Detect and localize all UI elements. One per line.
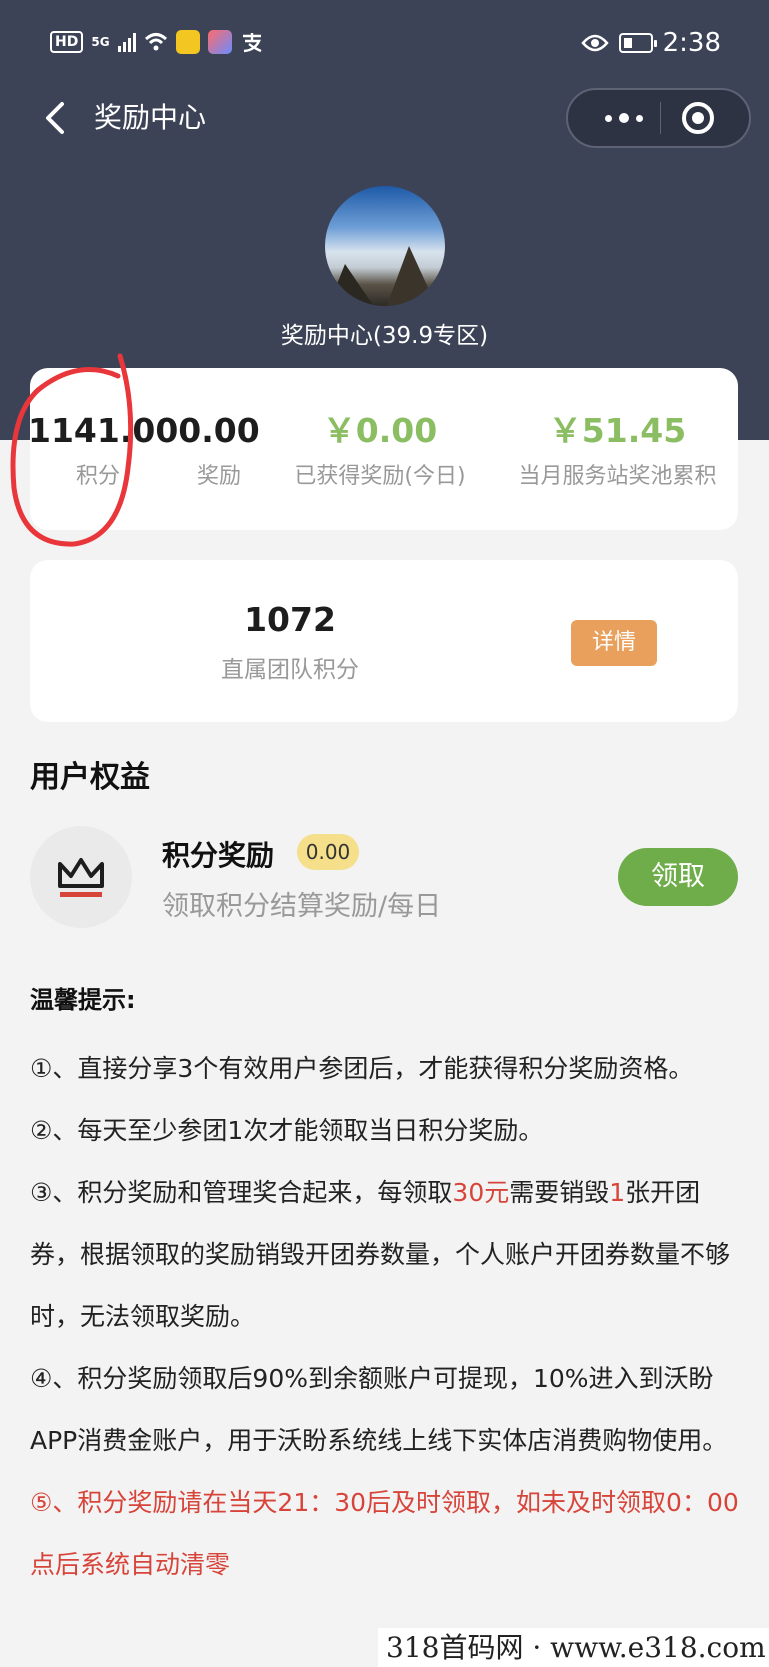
crown-icon: [58, 858, 104, 897]
profile-name: 奖励中心(39.9专区): [280, 323, 489, 349]
target-icon[interactable]: [680, 100, 716, 136]
team-points-value: 1072: [244, 600, 336, 639]
tip-highlight: 30元: [452, 1178, 510, 1207]
mini-program-capsule: [566, 88, 751, 148]
back-icon[interactable]: [38, 98, 78, 138]
battery-icon: [618, 33, 657, 53]
tip-text: 需要销毁: [509, 1178, 610, 1207]
claim-button[interactable]: 领取: [618, 848, 738, 906]
alipay-icon: [242, 33, 262, 53]
tips-section: 温馨提示: ①、直接分享3个有效用户参团后，才能获得积分奖励资格。 ②、每天至少…: [30, 980, 740, 1596]
stat-value: 1141.00: [28, 411, 179, 450]
stat-label: 当月服务站奖池累积: [518, 464, 717, 489]
stat-today-reward: ￥0.00 已获得奖励(今日): [270, 408, 490, 490]
stat-points: 1141.00 积分: [28, 408, 179, 490]
stat-value: 0.00: [178, 411, 260, 450]
stat-label: 已获得奖励(今日): [294, 464, 466, 489]
tip-item: ①、直接分享3个有效用户参团后，才能获得积分奖励资格。: [30, 1054, 694, 1083]
detail-button[interactable]: 详情: [571, 620, 657, 666]
signal-icon: [117, 32, 136, 52]
stat-label: 奖励: [196, 464, 241, 489]
app-icon: [207, 30, 232, 54]
team-card: 1072 直属团队积分 详情: [30, 560, 738, 722]
app-icon: [175, 30, 200, 54]
rights-icon-wrap: [30, 826, 132, 928]
hd-indicator: HD: [50, 31, 84, 53]
status-time: 2:38: [662, 28, 721, 58]
nav-bar: 奖励中心: [0, 80, 769, 156]
section-title: 用户权益: [30, 760, 150, 795]
team-points-label: 直属团队积分: [221, 657, 359, 683]
stat-value: ￥51.45: [548, 411, 687, 450]
rights-title: 积分奖励: [162, 839, 275, 872]
eye-icon: [580, 34, 609, 52]
rights-badge: 0.00: [297, 834, 359, 870]
stat-reward: 0.00 奖励: [154, 408, 284, 490]
avatar: [325, 186, 445, 306]
more-icon[interactable]: [594, 90, 654, 146]
network-type: 5G: [91, 35, 110, 49]
tip-item: ②、每天至少参团1次才能领取当日积分奖励。: [30, 1116, 544, 1145]
stat-label: 积分: [75, 464, 120, 489]
tip-item: ③、积分奖励和管理奖合起来，每领取30元需要销毁1张开团券，根据领取的奖励销毁开…: [30, 1162, 740, 1348]
tip-item: ④、积分奖励领取后90%到余额账户可提现，10%进入到沃盼APP消费金账户，用于…: [30, 1364, 728, 1455]
tip-item-warning: ⑤、积分奖励请在当天21：30后及时领取，如未及时领取0：00点后系统自动清零: [30, 1488, 739, 1579]
tip-highlight: 1: [609, 1178, 626, 1207]
watermark: 318首码网 · www.e318.com: [378, 1628, 769, 1667]
page-title: 奖励中心: [94, 101, 207, 134]
capsule-divider: [660, 102, 661, 134]
stat-value: ￥0.00: [322, 411, 438, 450]
stats-card: 1141.00 积分 0.00 奖励 ￥0.00 已获得奖励(今日) ￥51.4…: [28, 368, 738, 530]
tips-title: 温馨提示:: [30, 986, 136, 1014]
status-bar: HD 5G 2:38: [0, 24, 769, 64]
stat-pool: ￥51.45 当月服务站奖池累积: [500, 408, 735, 490]
rights-subtitle: 领取积分结算奖励/每日: [162, 891, 442, 922]
wifi-icon: [144, 33, 167, 51]
tip-text: ③、积分奖励和管理奖合起来，每领取: [30, 1178, 453, 1207]
